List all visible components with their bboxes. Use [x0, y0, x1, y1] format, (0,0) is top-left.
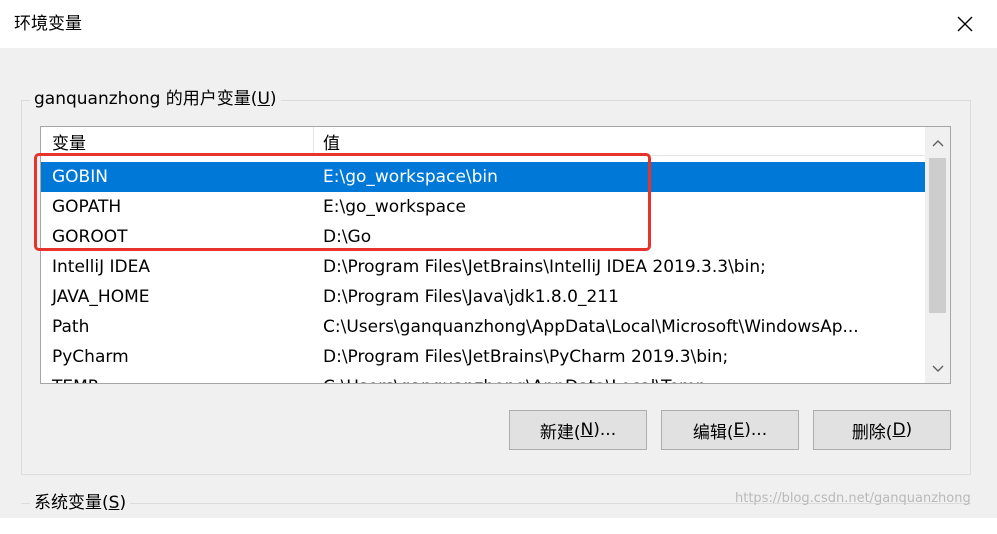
- edit-button-suffix: )...: [744, 420, 768, 440]
- variable-name-cell: PyCharm: [52, 347, 129, 367]
- column-divider[interactable]: [313, 127, 314, 155]
- user-variables-list[interactable]: 变量 值 GOBIN E:\go_workspace\bin GOPATH E:\go…: [40, 126, 951, 384]
- title-bar: 环境变量: [0, 0, 997, 48]
- variable-value-cell: D:\Program Files\Java\jdk1.8.0_211: [323, 287, 619, 307]
- delete-button-suffix: ): [905, 420, 913, 440]
- user-variables-label: ganquanzhong 的用户变量(U): [30, 88, 281, 110]
- edit-button-prefix: 编辑(: [692, 422, 734, 443]
- scroll-thumb[interactable]: [929, 158, 946, 313]
- new-button-prefix: 新建(: [539, 422, 581, 443]
- scroll-up-button[interactable]: [925, 131, 950, 155]
- variable-name-cell: JAVA_HOME: [52, 287, 150, 307]
- delete-button[interactable]: 删除(D): [813, 410, 951, 450]
- edit-button-key: E: [733, 420, 745, 440]
- user-vars-label-key: U: [257, 89, 270, 109]
- variable-name-cell: GOROOT: [52, 227, 128, 247]
- sys-vars-label-suffix: ): [119, 493, 127, 513]
- variable-name-cell: TEMP: [52, 376, 98, 383]
- chevron-up-icon: [932, 140, 943, 147]
- variable-name-cell: GOBIN: [52, 167, 108, 187]
- table-row[interactable]: GOPATH E:\go_workspace: [41, 192, 925, 222]
- table-row[interactable]: Path C:\Users\ganquanzhong\AppData\Local\…: [41, 312, 925, 342]
- close-button[interactable]: [950, 10, 980, 38]
- list-rows: GOBIN E:\go_workspace\bin GOPATH E:\go_work…: [41, 162, 925, 383]
- system-variables-group: [21, 503, 971, 534]
- edit-button[interactable]: 编辑(E)...: [661, 410, 799, 450]
- table-row[interactable]: GOROOT D:\Go: [41, 222, 925, 252]
- table-row[interactable]: IntelliJ IDEA D:\Program Files\JetBrains\…: [41, 252, 925, 282]
- column-header-value[interactable]: 值: [323, 134, 340, 154]
- window-title: 环境变量: [14, 14, 82, 34]
- vertical-scrollbar[interactable]: [925, 127, 950, 383]
- column-header-variable[interactable]: 变量: [52, 134, 86, 154]
- variable-value-cell: D:\Program Files\JetBrains\PyCharm 2019.…: [323, 347, 729, 367]
- delete-button-key: D: [892, 420, 906, 440]
- table-row[interactable]: PyCharm D:\Program Files\JetBrains\PyChar…: [41, 342, 925, 372]
- sys-vars-label-prefix: 系统变量(: [34, 493, 109, 513]
- user-vars-label-prefix: ganquanzhong 的用户变量(: [34, 89, 258, 109]
- variable-name-cell: Path: [52, 317, 90, 337]
- variable-value-cell: C:\Users\ganquanzhong\AppData\Local\Micr…: [323, 317, 859, 337]
- new-button[interactable]: 新建(N)...: [509, 410, 647, 450]
- user-vars-label-suffix: ): [269, 89, 277, 109]
- sys-vars-label-key: S: [108, 493, 120, 513]
- variable-value-cell: D:\Program Files\JetBrains\IntelliJ IDEA…: [323, 257, 766, 277]
- variable-value-cell: E:\go_workspace: [323, 197, 466, 217]
- new-button-key: N: [580, 420, 594, 440]
- chevron-down-icon: [932, 365, 943, 372]
- variable-name-cell: GOPATH: [52, 197, 122, 217]
- scroll-down-button[interactable]: [925, 357, 950, 381]
- close-icon: [957, 16, 973, 32]
- table-row[interactable]: GOBIN E:\go_workspace\bin: [41, 162, 925, 192]
- new-button-suffix: )...: [593, 420, 617, 440]
- variable-value-cell: C:\Users\ganquanzhong\AppData\Local\Temp: [323, 376, 706, 383]
- system-variables-label: 系统变量(S): [30, 492, 131, 514]
- list-header: 变量 值: [41, 127, 925, 156]
- variable-value-cell: D:\Go: [323, 227, 372, 247]
- variable-name-cell: IntelliJ IDEA: [52, 257, 150, 277]
- table-row[interactable]: JAVA_HOME D:\Program Files\Java\jdk1.8.0_…: [41, 282, 925, 312]
- watermark-text: https://blog.csdn.net/ganquanzhong: [735, 491, 971, 506]
- delete-button-prefix: 删除(: [851, 422, 893, 443]
- variable-value-cell: E:\go_workspace\bin: [323, 167, 498, 187]
- table-row[interactable]: TEMP C:\Users\ganquanzhong\AppData\Local\…: [41, 372, 925, 383]
